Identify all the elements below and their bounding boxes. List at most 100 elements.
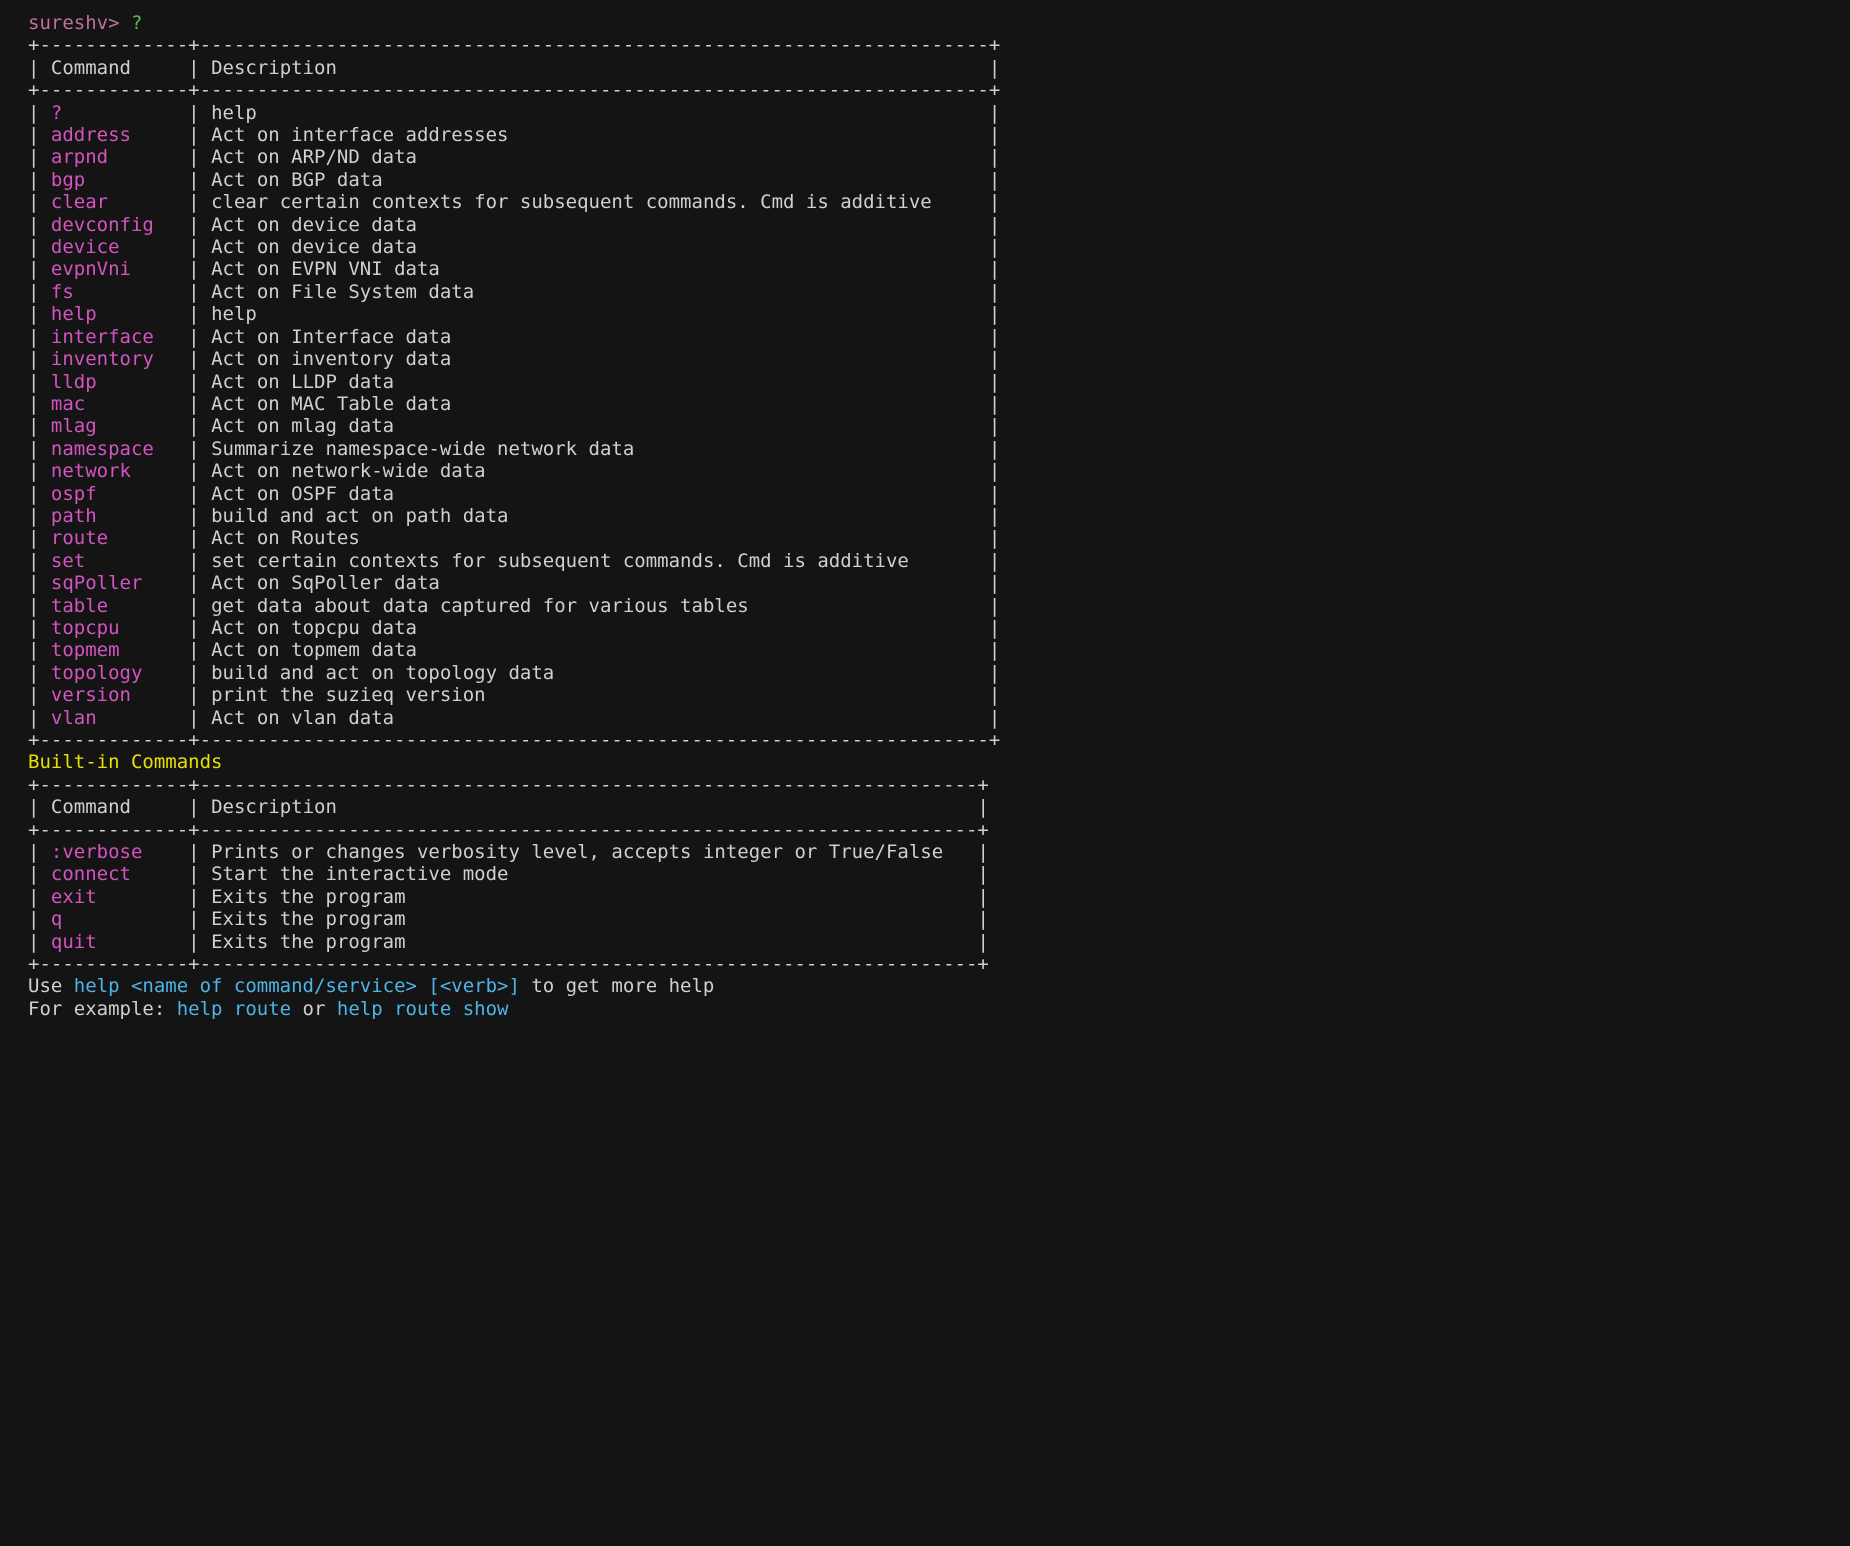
command-name: mlag — [51, 415, 177, 437]
table-border: +-------------+-------------------------… — [28, 729, 1000, 751]
table-border: | — [28, 908, 51, 930]
command-name: lldp — [51, 371, 177, 393]
command-name: device — [51, 236, 177, 258]
table-border: | — [28, 841, 51, 863]
command-description: build and act on topology data — [211, 662, 977, 684]
table-border: | — [28, 371, 51, 393]
table-border: | — [177, 662, 211, 684]
command-description: Act on LLDP data — [211, 371, 977, 393]
command-name: connect — [51, 863, 177, 885]
footer-example-a: help route — [177, 998, 291, 1020]
command-description: set certain contexts for subsequent comm… — [211, 550, 977, 572]
table-border: | — [28, 595, 51, 617]
prompt-user: sureshv — [28, 12, 108, 34]
table-border: | — [177, 326, 211, 348]
table-border: | — [977, 146, 1000, 168]
command-name: ? — [51, 102, 177, 124]
table-border: | — [28, 415, 51, 437]
footer-text: to get more help — [520, 975, 714, 997]
table-border: | — [28, 169, 51, 191]
command-description: build and act on path data — [211, 505, 977, 527]
table-border: | — [977, 303, 1000, 325]
command-description: Act on vlan data — [211, 707, 977, 729]
table-border: | — [977, 684, 1000, 706]
table-border: | — [28, 124, 51, 146]
table-border: | — [977, 281, 1000, 303]
table-border: | — [977, 662, 1000, 684]
table-border: | — [28, 438, 51, 460]
table-border: | — [28, 639, 51, 661]
table-border: | — [977, 617, 1000, 639]
table-border: | — [177, 57, 211, 79]
table-border: | — [177, 931, 211, 953]
command-name: path — [51, 505, 177, 527]
table-border: | — [177, 639, 211, 661]
command-name: topcpu — [51, 617, 177, 639]
command-name: route — [51, 527, 177, 549]
prompt-command[interactable]: ? — [131, 12, 142, 34]
command-description: clear certain contexts for subsequent co… — [211, 191, 977, 213]
table-border: | — [966, 863, 989, 885]
table-border: | — [177, 146, 211, 168]
command-name: :verbose — [51, 841, 177, 863]
command-description: Act on device data — [211, 214, 977, 236]
table-header-description: Description — [211, 796, 966, 818]
table-border: | — [177, 258, 211, 280]
table-border: | — [177, 236, 211, 258]
table-border: | — [28, 191, 51, 213]
command-name: q — [51, 908, 177, 930]
table-header-description: Description — [211, 57, 977, 79]
command-description: Act on network-wide data — [211, 460, 977, 482]
table-border: | — [177, 460, 211, 482]
table-border: | — [177, 303, 211, 325]
footer-help-keyword: help — [74, 975, 120, 997]
command-description: Act on interface addresses — [211, 124, 977, 146]
table-border: | — [28, 348, 51, 370]
command-name: quit — [51, 931, 177, 953]
table-border: | — [966, 908, 989, 930]
table-border: | — [177, 908, 211, 930]
table-border: +-------------+-------------------------… — [28, 79, 1000, 101]
table-border: | — [977, 236, 1000, 258]
table-border: | — [177, 550, 211, 572]
table-border: | — [977, 258, 1000, 280]
table-header-command: Command — [51, 57, 177, 79]
table-border: | — [977, 102, 1000, 124]
table-border: | — [28, 214, 51, 236]
command-description: Act on topmem data — [211, 639, 977, 661]
builtin-commands-header: Built-in Commands — [28, 751, 222, 773]
command-name: clear — [51, 191, 177, 213]
command-description: Act on topcpu data — [211, 617, 977, 639]
table-border: | — [28, 863, 51, 885]
command-name: sqPoller — [51, 572, 177, 594]
table-border: | — [28, 102, 51, 124]
table-border: | — [28, 796, 51, 818]
command-description: Start the interactive mode — [211, 863, 966, 885]
command-name: ospf — [51, 483, 177, 505]
table-border: | — [177, 191, 211, 213]
command-name: devconfig — [51, 214, 177, 236]
table-border: | — [28, 505, 51, 527]
table-border: | — [177, 707, 211, 729]
command-name: set — [51, 550, 177, 572]
table-border: | — [28, 57, 51, 79]
command-description: Exits the program — [211, 908, 966, 930]
table-border: | — [177, 214, 211, 236]
table-border: | — [177, 393, 211, 415]
table-border: | — [977, 505, 1000, 527]
table-border: | — [977, 550, 1000, 572]
table-border: | — [977, 57, 1000, 79]
table-border: | — [977, 483, 1000, 505]
table-border: | — [977, 595, 1000, 617]
table-border: | — [177, 483, 211, 505]
table-border: | — [177, 348, 211, 370]
table-border: | — [977, 348, 1000, 370]
command-description: Act on MAC Table data — [211, 393, 977, 415]
command-name: arpnd — [51, 146, 177, 168]
table-border: | — [28, 258, 51, 280]
command-name: mac — [51, 393, 177, 415]
table-border: | — [177, 124, 211, 146]
table-border: +-------------+-------------------------… — [28, 774, 989, 796]
table-border: | — [177, 684, 211, 706]
table-border: | — [177, 102, 211, 124]
